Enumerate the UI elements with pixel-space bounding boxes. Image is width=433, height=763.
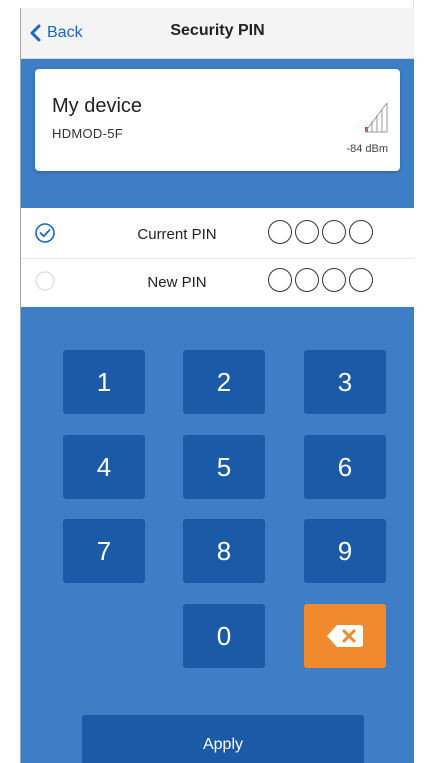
device-name: My device xyxy=(52,95,143,117)
app-window: Back Security PIN My device HDMOD-5F -84… xyxy=(20,8,414,763)
key-6[interactable]: 6 xyxy=(304,435,386,499)
key-9[interactable]: 9 xyxy=(304,519,386,583)
key-3[interactable]: 3 xyxy=(304,350,386,414)
key-7[interactable]: 7 xyxy=(63,519,145,583)
key-8[interactable]: 8 xyxy=(183,519,265,583)
key-0[interactable]: 0 xyxy=(183,604,265,668)
current-pin-label: Current PIN xyxy=(137,226,217,243)
pin-panel: Current PIN New PIN xyxy=(21,208,414,307)
signal-strength-icon xyxy=(364,103,388,133)
chevron-left-icon xyxy=(30,24,41,42)
pin-dot xyxy=(349,268,373,292)
key-1[interactable]: 1 xyxy=(63,350,145,414)
pin-dot xyxy=(349,220,373,244)
device-card[interactable]: My device HDMOD-5F -84 dBm xyxy=(35,69,400,171)
key-2[interactable]: 2 xyxy=(183,350,265,414)
apply-button[interactable]: Apply xyxy=(82,715,364,763)
current-pin-row[interactable]: Current PIN xyxy=(21,210,414,259)
back-button[interactable]: Back xyxy=(29,20,83,46)
device-id: HDMOD-5F xyxy=(52,126,124,141)
right-margin xyxy=(413,0,433,763)
delete-button[interactable] xyxy=(304,604,386,668)
check-circle-icon xyxy=(35,223,55,243)
pin-dot xyxy=(295,268,319,292)
signal-value: -84 dBm xyxy=(346,143,388,155)
new-pin-label: New PIN xyxy=(147,274,207,291)
pin-dot xyxy=(268,220,292,244)
empty-circle-icon xyxy=(35,271,55,291)
key-4[interactable]: 4 xyxy=(63,435,145,499)
keypad: 1 2 3 4 5 6 7 8 9 0 Apply xyxy=(21,307,414,763)
backspace-icon xyxy=(327,625,363,647)
header-bar: Back Security PIN xyxy=(21,8,414,59)
left-margin xyxy=(0,0,20,763)
pin-dot xyxy=(322,268,346,292)
current-pin-dots xyxy=(268,220,373,244)
new-pin-dots xyxy=(268,268,373,292)
pin-dot xyxy=(268,268,292,292)
key-5[interactable]: 5 xyxy=(183,435,265,499)
back-label: Back xyxy=(47,24,83,41)
pin-dot xyxy=(295,220,319,244)
pin-dot xyxy=(322,220,346,244)
new-pin-row[interactable]: New PIN xyxy=(21,258,414,306)
